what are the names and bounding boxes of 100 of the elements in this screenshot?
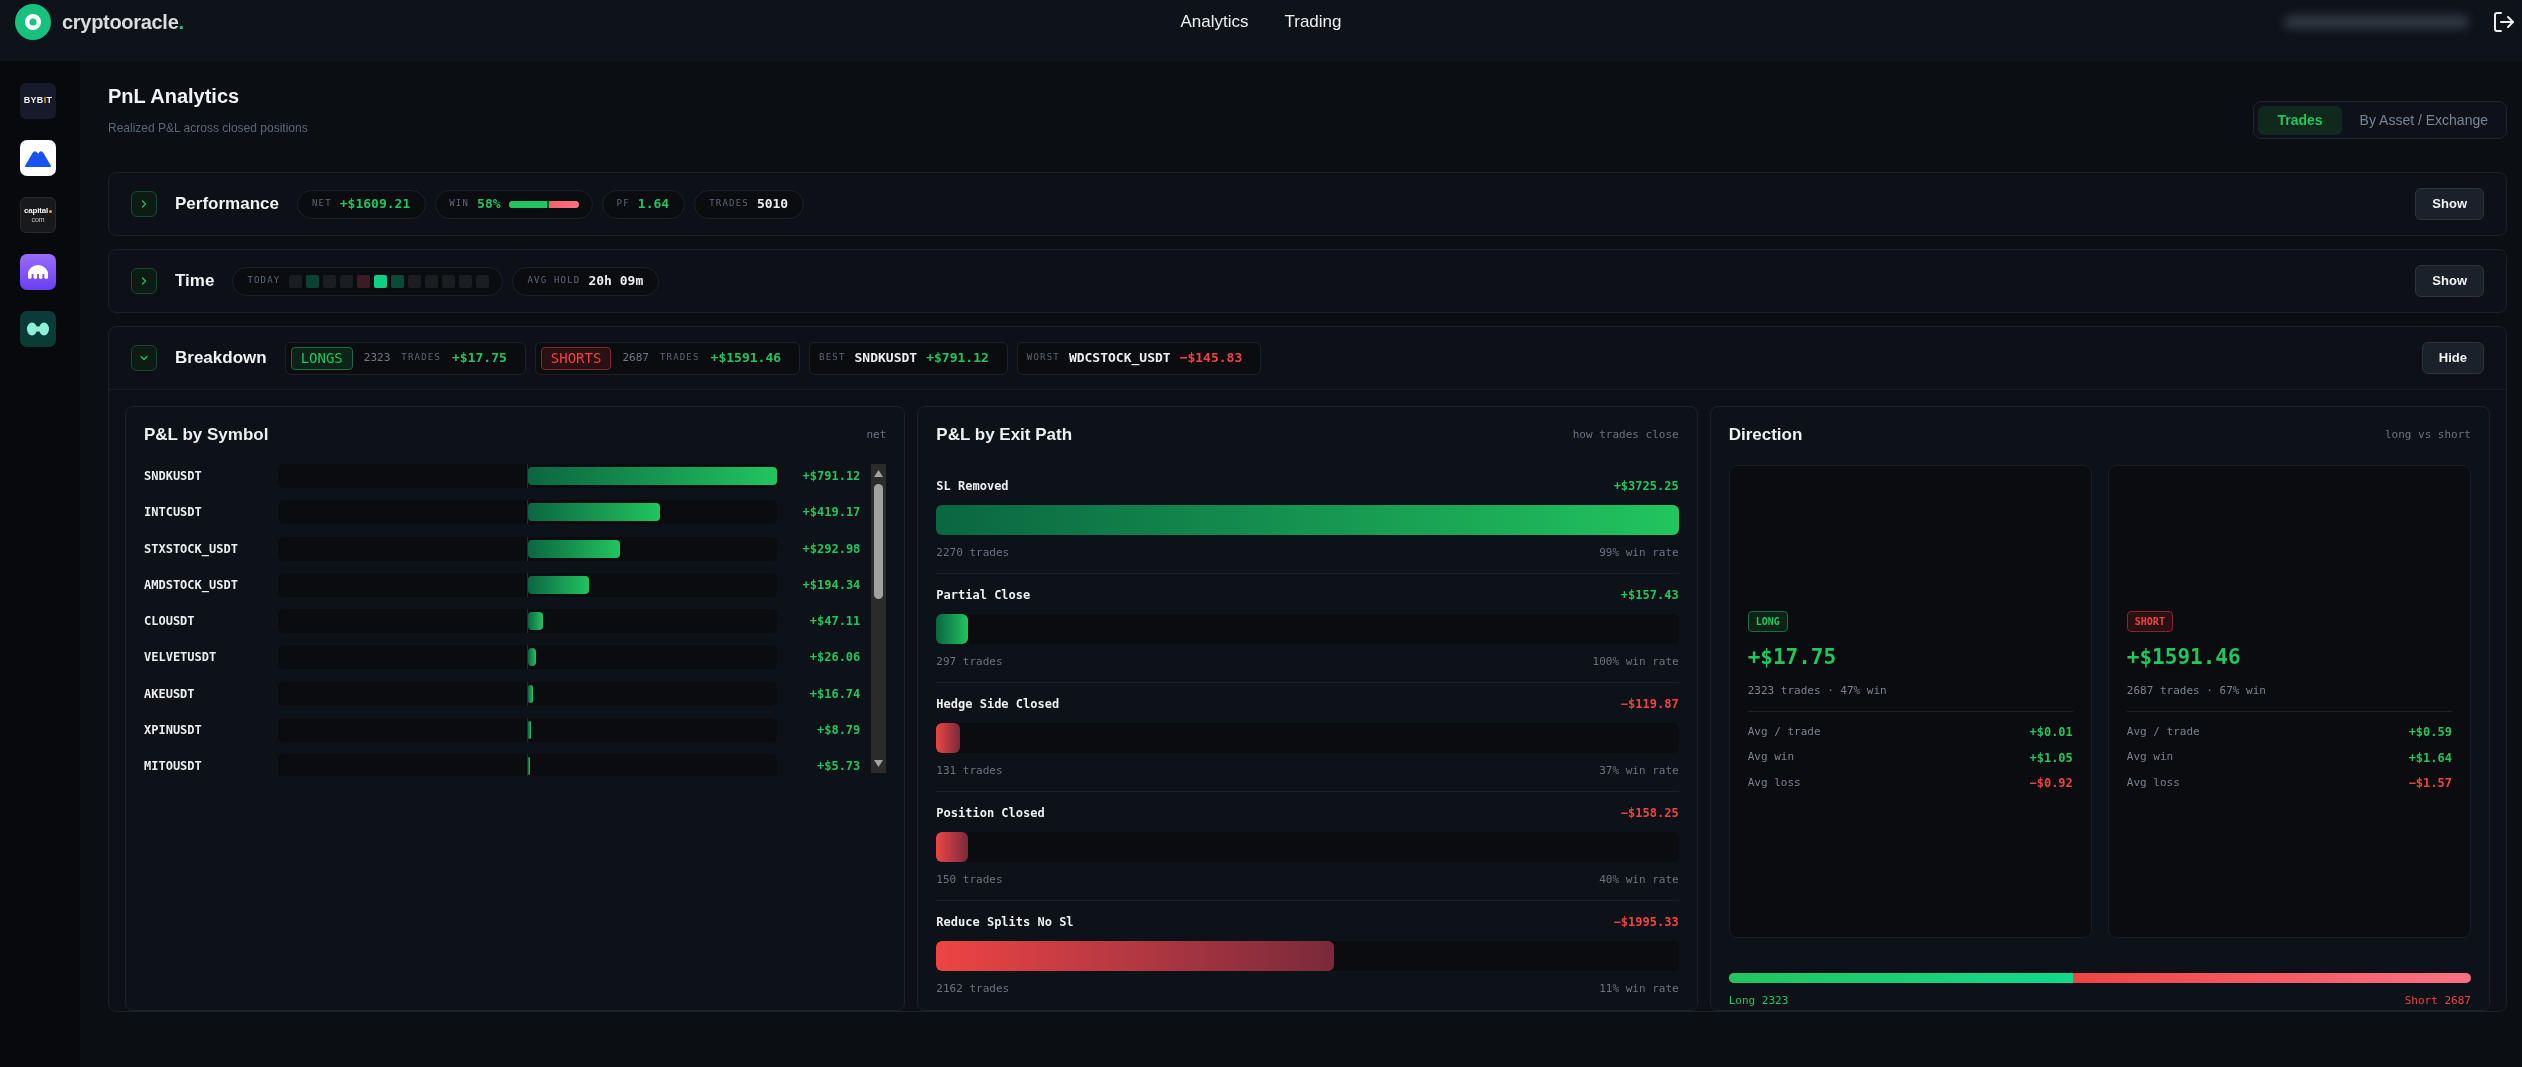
win-rate: 37% win rate — [1599, 762, 1679, 779]
toggle-button[interactable]: Show — [2415, 188, 2484, 220]
symbol-name: AMDSTOCK_USDT — [144, 577, 239, 592]
exit-path-pnl: −$119.87 — [1620, 696, 1679, 713]
symbol-name: INTCUSDT — [144, 505, 203, 520]
exit-path-pnl: −$158.25 — [1620, 805, 1679, 822]
pnl-value: +$16.74 — [808, 686, 861, 701]
exit-path-pnl: +$3725.25 — [1613, 478, 1679, 495]
win-rate: 11% win rate — [1599, 980, 1679, 997]
direction-pnl: +$1591.46 — [2126, 644, 2242, 670]
exit-path-pnl: −$1995.33 — [1613, 914, 1679, 931]
stat-value: −$1.57 — [2408, 775, 2452, 792]
metric-label: AVG HOLD — [527, 274, 581, 288]
win-rate: 99% win rate — [1599, 544, 1679, 561]
expand-toggle[interactable] — [131, 191, 157, 217]
page-title: PnL Analytics — [108, 84, 241, 109]
view-tab[interactable]: Trades — [2258, 105, 2342, 135]
side-pnl: +$17.75 — [452, 349, 507, 368]
pnl-value: +$194.34 — [801, 577, 861, 592]
pnl-value: +$47.11 — [808, 614, 861, 629]
nav-link[interactable]: Trading — [1284, 9, 1342, 35]
metric-value: +$1609.21 — [339, 195, 411, 214]
trade-count: 2687 — [622, 349, 649, 366]
metric-value: 1.64 — [637, 195, 670, 214]
trade-unit: TRADES — [659, 351, 700, 365]
toggle-button[interactable]: Show — [2415, 265, 2484, 297]
long-count: Long 2323 — [1728, 993, 1789, 1009]
toggle-button[interactable]: Hide — [2421, 342, 2484, 374]
pnl-value: +$5.73 — [815, 759, 861, 774]
side-badge: SHORTS — [540, 346, 612, 370]
panel-note: long vs short — [2384, 426, 2471, 443]
exit-path-label: Hedge Side Closed — [936, 696, 1060, 713]
scrollbar[interactable] — [871, 464, 887, 773]
exit-path-label: Reduce Splits No Sl — [936, 914, 1074, 931]
metric-label: WIN — [449, 197, 470, 211]
side-badge: LONGS — [290, 346, 353, 370]
symbol-name: XPINUSDT — [144, 723, 203, 738]
exchange-button[interactable]: BYBIT — [20, 83, 56, 119]
trade-count: 297 trades — [936, 653, 1003, 670]
scrollbar-thumb[interactable] — [874, 484, 884, 599]
exit-path-label: Position Closed — [936, 805, 1045, 822]
metric-value: 5010 — [756, 195, 789, 214]
pnl-value: +$791.12 — [801, 469, 861, 483]
trade-count: 131 trades — [936, 762, 1003, 779]
symbol-pnl: +$791.12 — [926, 349, 989, 368]
metric-value: 58% — [477, 195, 501, 214]
brand-name: cryptooracle. — [62, 10, 184, 35]
direction-summary: 2687 trades · 67% win — [2126, 683, 2267, 699]
stat-label: Avg win — [1747, 749, 1794, 766]
symbol-name: SNDKUSDT — [854, 349, 918, 368]
trade-count: 150 trades — [936, 871, 1003, 888]
scroll-up-icon[interactable] — [874, 470, 884, 477]
direction-pnl: +$17.75 — [1747, 644, 1838, 670]
panel-title: P&L by Symbol — [144, 424, 269, 447]
view-tab[interactable]: By Asset / Exchange — [2345, 105, 2502, 135]
nav-link[interactable]: Analytics — [1180, 9, 1249, 35]
panel-title: P&L by Exit Path — [936, 424, 1073, 447]
symbol-name: VELVETUSDT — [144, 650, 218, 665]
section-title: Breakdown — [175, 347, 267, 370]
symbol-name: WDCSTOCK_USDT — [1068, 349, 1171, 368]
scroll-down-icon[interactable] — [874, 760, 884, 767]
symbol-name: STXSTOCK_USDT — [144, 541, 239, 556]
mountain-logo-icon[interactable] — [20, 140, 56, 176]
symbol-name: MITOUSDT — [144, 759, 203, 774]
pnl-value: +$8.79 — [815, 723, 861, 738]
trade-count: 2323 — [363, 349, 391, 366]
metric-label: TODAY — [247, 274, 281, 288]
stat-label: Avg / trade — [2126, 723, 2200, 740]
trade-count: 2162 trades — [936, 980, 1010, 997]
stat-label: Avg win — [2126, 749, 2174, 766]
trade-unit: TRADES — [401, 351, 441, 365]
pnl-value: +$292.98 — [801, 541, 861, 556]
bowtie-logo-icon[interactable] — [20, 311, 56, 347]
panel-note: net — [866, 426, 887, 443]
metric-label: NET — [311, 197, 332, 211]
expand-toggle[interactable] — [131, 345, 157, 371]
expand-toggle[interactable] — [131, 268, 157, 294]
side-pnl: +$1591.46 — [710, 349, 782, 368]
logout-icon[interactable] — [2492, 10, 2516, 34]
page-subtitle: Realized P&L across closed positions — [108, 120, 308, 136]
stat-value: +$1.64 — [2408, 749, 2452, 767]
symbol-name: SNDKUSDT — [144, 469, 203, 483]
panel-title: Direction — [1728, 424, 1803, 447]
metric-label: TRADES — [709, 197, 749, 211]
stat-value: +$0.01 — [2029, 724, 2073, 741]
stat-value: +$0.59 — [2408, 724, 2452, 741]
pnl-value: +$26.06 — [808, 650, 861, 665]
exit-path-pnl: +$157.43 — [1620, 587, 1679, 604]
brand-logo-icon — [15, 4, 51, 40]
exit-path-label: Partial Close — [936, 587, 1031, 604]
stat-value: +$1.05 — [2029, 749, 2073, 767]
stat-label: Avg loss — [2126, 774, 2180, 791]
dome-logo-icon[interactable] — [20, 254, 56, 290]
stat-label: Avg loss — [1747, 774, 1801, 791]
metric-value: 20h 09m — [588, 272, 644, 291]
panel-note: how trades close — [1572, 426, 1679, 443]
direction-badge: LONG — [1747, 611, 1788, 632]
win-rate: 100% win rate — [1592, 653, 1679, 670]
section-title: Performance — [175, 193, 279, 216]
direction-badge: SHORT — [2126, 611, 2173, 632]
